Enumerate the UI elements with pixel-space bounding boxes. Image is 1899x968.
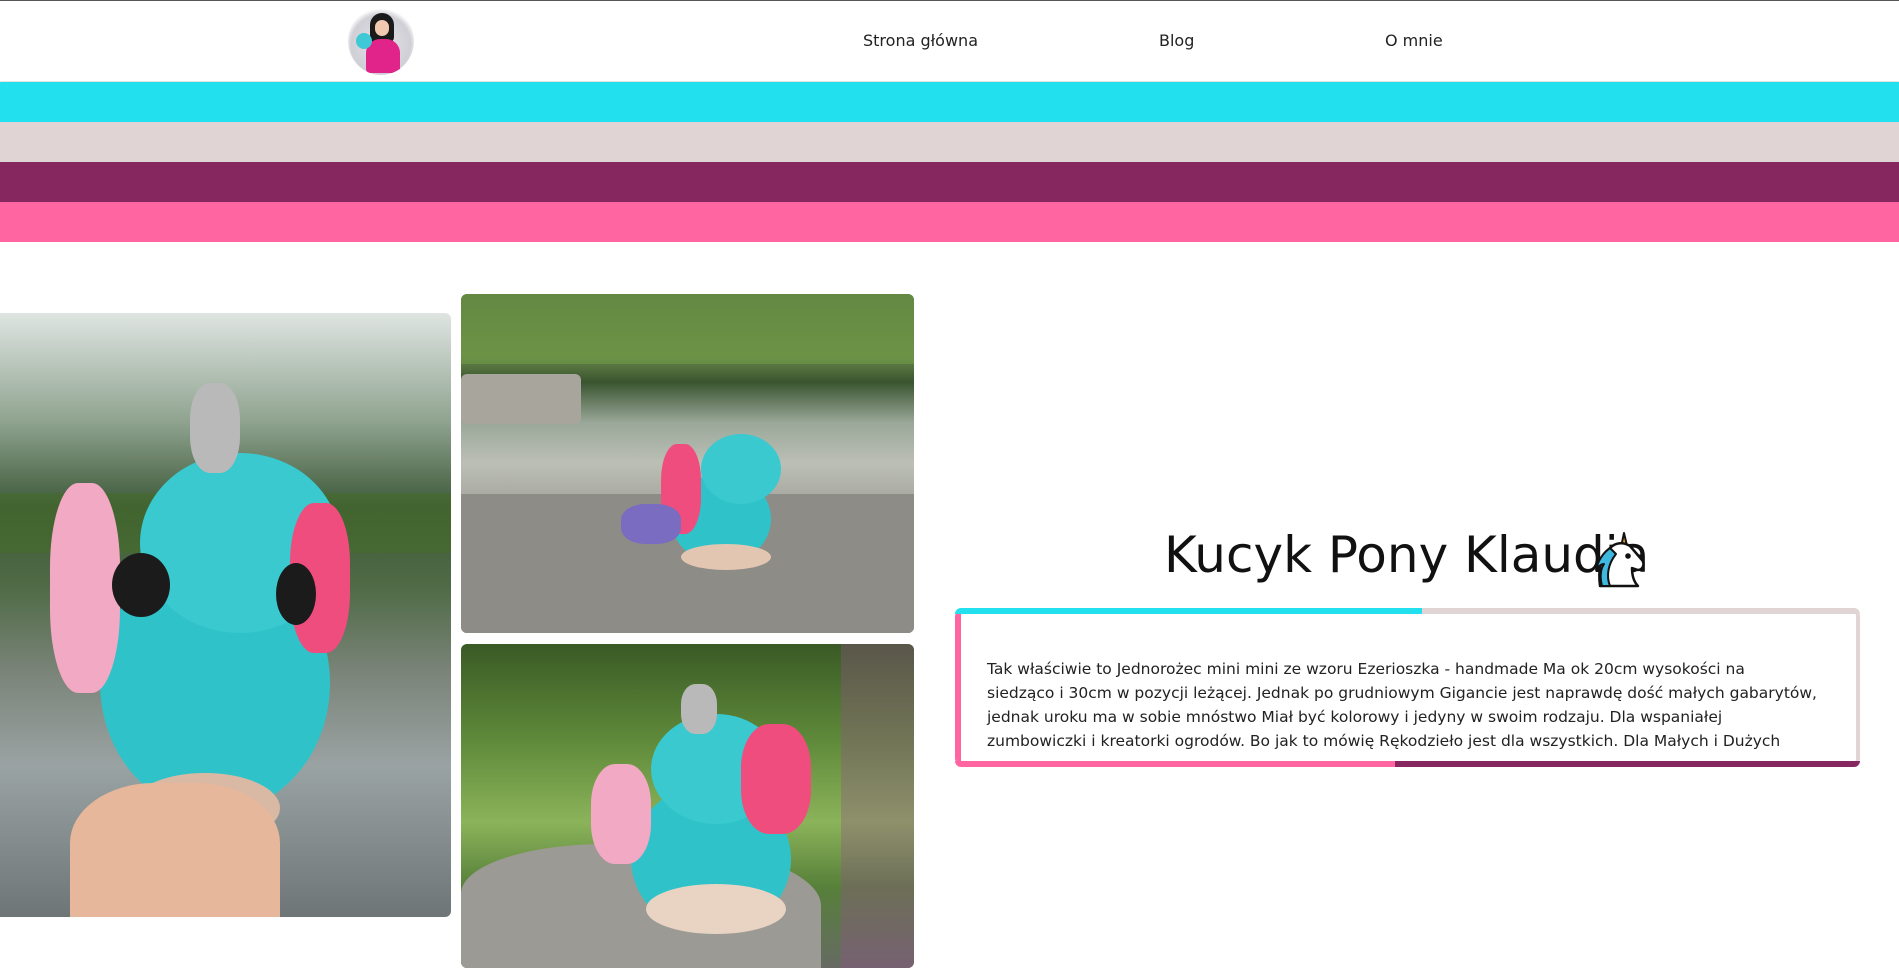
stripe-cyan <box>0 82 1899 122</box>
gallery-photo-main[interactable] <box>0 313 451 917</box>
card-border-bottom-plum <box>1395 761 1860 767</box>
photo-grass <box>461 294 914 364</box>
logo-face <box>375 20 389 36</box>
gallery-photo-grass[interactable] <box>461 644 914 968</box>
card-border-top-beige <box>1422 608 1860 614</box>
photo-rock-left <box>461 374 581 424</box>
site-logo[interactable] <box>348 7 414 75</box>
nav-link-about[interactable]: O mnie <box>1385 31 1443 50</box>
card-border-bottom-pink <box>955 761 1395 767</box>
stripe-plum <box>0 162 1899 202</box>
photo-flowers <box>841 644 914 968</box>
photo-pony <box>591 684 821 954</box>
stripe-beige <box>0 122 1899 162</box>
logo-toy <box>356 33 372 49</box>
photo-hand <box>70 783 280 917</box>
nav-link-home[interactable]: Strona główna <box>863 31 978 50</box>
unicorn-icon <box>1595 532 1645 588</box>
site-header: Strona główna Blog O mnie <box>0 0 1899 81</box>
nav-link-blog[interactable]: Blog <box>1159 31 1194 50</box>
product-description: Tak właściwie to Jednorożec mini mini ze… <box>987 659 1817 750</box>
stripe-pink <box>0 202 1899 242</box>
gallery-photo-pond[interactable] <box>461 294 914 633</box>
photo-pony <box>621 424 791 574</box>
product-title: Kucyk Pony Klaudia <box>1164 526 1650 584</box>
photo-pony <box>40 383 370 843</box>
card-border-top-cyan <box>955 608 1422 614</box>
